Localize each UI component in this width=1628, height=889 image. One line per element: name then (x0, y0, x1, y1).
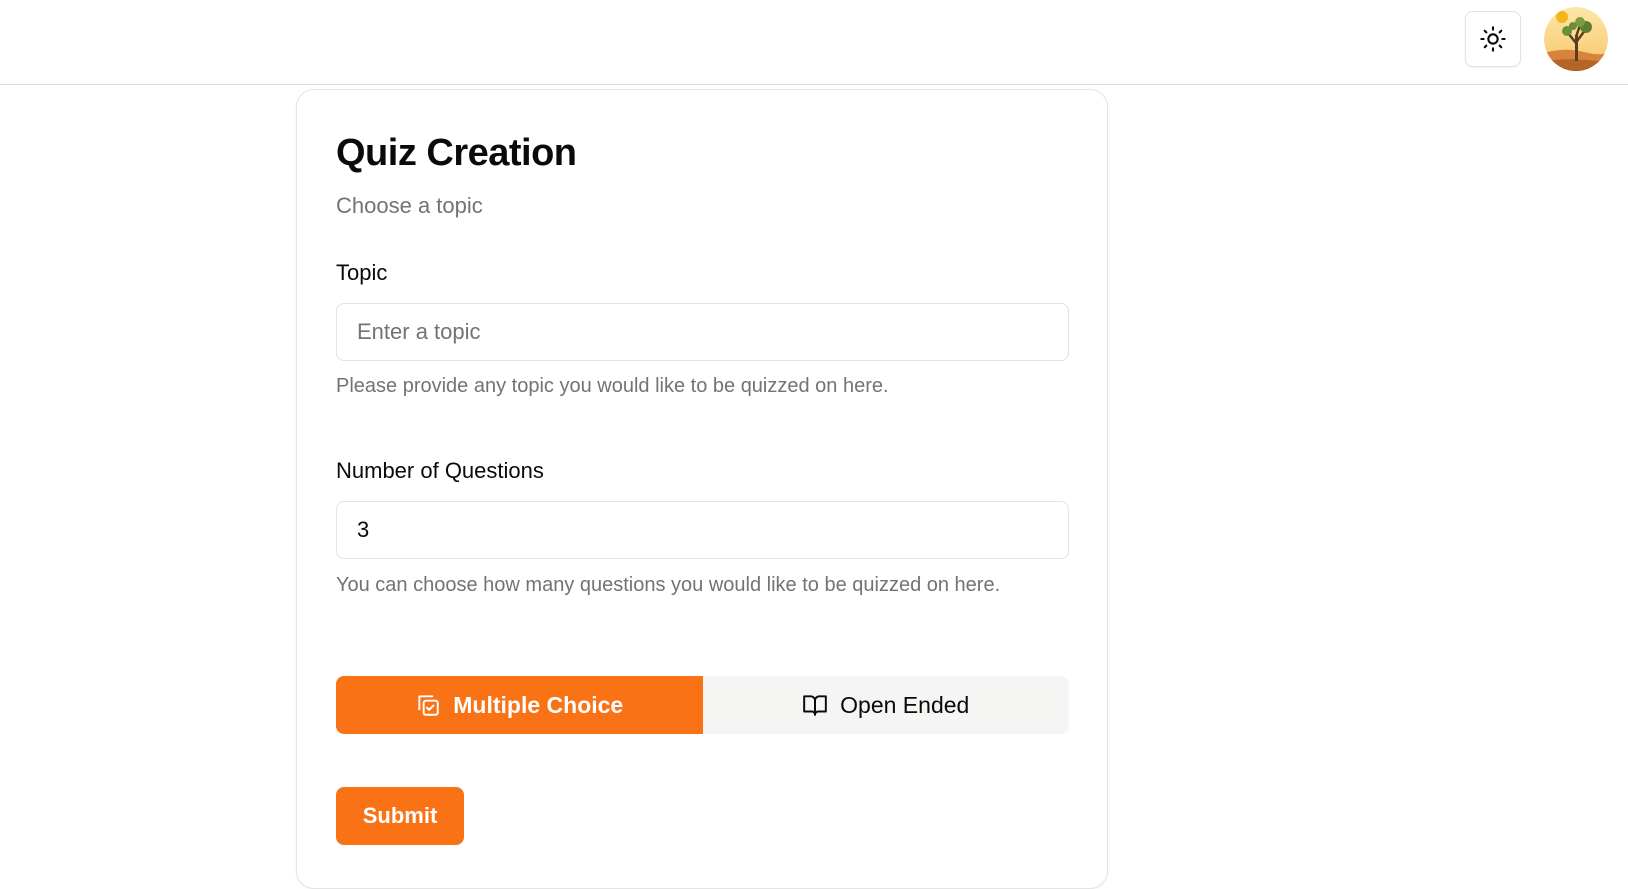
page-subtitle: Choose a topic (336, 193, 483, 218)
book-open-icon (803, 695, 827, 716)
multiple-choice-button[interactable]: Multiple Choice (336, 676, 703, 734)
topic-label: Topic (336, 260, 388, 285)
top-bar (0, 0, 1628, 85)
sun-icon (1480, 26, 1506, 52)
topic-input[interactable] (336, 303, 1069, 361)
copy-check-icon (418, 695, 439, 716)
submit-button[interactable]: Submit (336, 787, 464, 845)
page-title: Quiz Creation (336, 132, 577, 174)
question-type-toggle: Multiple Choice Open Ended (336, 676, 1069, 734)
multiple-choice-label: Multiple Choice (453, 691, 624, 718)
questions-label: Number of Questions (336, 458, 544, 483)
topic-help-text: Please provide any topic you would like … (336, 375, 889, 397)
questions-help-text: You can choose how many questions you wo… (336, 574, 1001, 596)
avatar[interactable] (1544, 7, 1608, 71)
quiz-creation-card: Quiz Creation Choose a topic Topic Pleas… (296, 89, 1108, 889)
theme-toggle-button[interactable] (1465, 11, 1521, 67)
open-ended-button[interactable]: Open Ended (702, 676, 1069, 734)
questions-count-input[interactable] (336, 501, 1069, 559)
open-ended-label: Open Ended (840, 691, 970, 718)
joshua-tree-avatar-icon (1544, 7, 1608, 71)
